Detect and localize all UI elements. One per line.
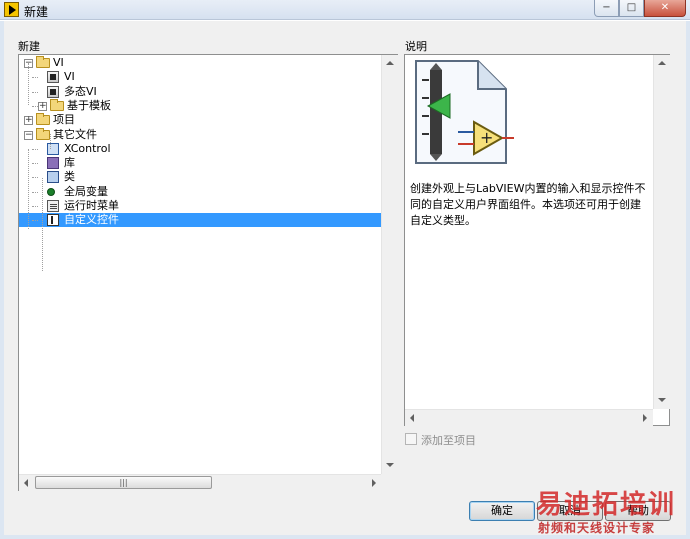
new-item-tree[interactable]: − VI VI 多态VI + 基于模板 + 项目 − 其它文件 XControl 库类全局变量 运行时菜… xyxy=(18,54,398,491)
vi-icon xyxy=(47,71,59,83)
tree-connector xyxy=(32,206,38,207)
tree-connector xyxy=(32,220,38,221)
window-title: 新建 xyxy=(24,5,49,19)
window-controls: − □ ✕ xyxy=(594,0,686,17)
close-button[interactable]: ✕ xyxy=(644,0,686,17)
scroll-left-arrow-icon[interactable] xyxy=(410,414,414,422)
watermark-logo: 易迪拓培训 射频和天线设计专家 xyxy=(536,484,686,536)
tree-item-label: 全局变量 xyxy=(64,185,108,198)
folder-icon xyxy=(50,99,64,111)
scroll-right-arrow-icon[interactable] xyxy=(372,479,376,487)
tree-item[interactable]: XControl xyxy=(19,142,359,156)
folder-icon xyxy=(36,113,50,125)
tree-item-label: 基于模板 xyxy=(67,99,111,112)
minimize-button[interactable]: − xyxy=(594,0,619,17)
labview-app-icon xyxy=(4,2,19,17)
maximize-button[interactable]: □ xyxy=(619,0,644,17)
tree-horizontal-scrollbar[interactable]: ||| xyxy=(19,474,381,491)
add-to-project-checkbox[interactable] xyxy=(405,433,417,445)
tree-connector xyxy=(28,63,29,105)
description-text: 创建外观上与LabVIEW内置的输入和显示控件不同的自定义用户界面组件。本选项还… xyxy=(410,182,646,227)
tree-item[interactable]: 自定义控件 xyxy=(19,213,383,227)
tree-item-label: 多态VI xyxy=(64,85,97,98)
expand-icon[interactable]: + xyxy=(24,116,33,125)
library-icon xyxy=(47,157,59,169)
tree-connector xyxy=(32,192,38,193)
tree-item-label: 其它文件 xyxy=(53,128,97,141)
add-to-project-label: 添加至项目 xyxy=(421,434,476,447)
description-horizontal-scrollbar[interactable] xyxy=(405,409,653,426)
tree-item[interactable]: 类 xyxy=(19,170,359,184)
scroll-left-arrow-icon[interactable] xyxy=(24,479,28,487)
tree-item-label: 类 xyxy=(64,170,75,183)
scrollbar-corner xyxy=(381,474,398,491)
tree-item[interactable]: 多态VI xyxy=(19,85,359,99)
custom-control-document-icon: + xyxy=(415,60,514,164)
custom-control-icon xyxy=(47,214,59,226)
tree-item[interactable]: − VI xyxy=(19,56,359,70)
tree-item[interactable]: + 项目 xyxy=(19,113,359,127)
tree-item[interactable]: VI xyxy=(19,70,359,84)
tree-item-label: XControl xyxy=(64,142,111,155)
tree-item[interactable]: 运行时菜单 xyxy=(19,199,359,213)
runtime-menu-icon xyxy=(47,200,59,212)
tree-vertical-scrollbar[interactable] xyxy=(381,55,398,474)
tree-connector xyxy=(32,77,38,78)
description-vertical-scrollbar[interactable] xyxy=(653,55,670,409)
svg-text:+: + xyxy=(480,128,493,147)
tree-item-label: 自定义控件 xyxy=(64,213,119,226)
tree-connector xyxy=(32,177,38,178)
scroll-down-arrow-icon[interactable] xyxy=(386,463,394,467)
expand-icon[interactable]: + xyxy=(38,102,47,111)
new-section-label: 新建 xyxy=(18,40,40,53)
tree-item-label: VI xyxy=(64,70,75,83)
watermark-title: 易迪拓培训 xyxy=(536,490,677,520)
tree-connector xyxy=(32,149,38,150)
tree-item-label: 项目 xyxy=(53,113,75,126)
collapse-icon[interactable]: − xyxy=(24,131,33,140)
description-section-label: 说明 xyxy=(405,40,427,53)
scroll-up-arrow-icon[interactable] xyxy=(386,61,394,65)
tree-item-label: 库 xyxy=(64,156,75,169)
polymorphic-vi-icon xyxy=(47,86,59,98)
tree-connector xyxy=(32,163,38,164)
description-panel: + 创建外观上与LabVIEW内置的输入和显示控件不同的自定义用户界面组件。本选… xyxy=(404,54,670,426)
ok-button[interactable]: 确定 xyxy=(469,501,535,521)
class-icon xyxy=(47,171,59,183)
tree-connector xyxy=(42,178,43,271)
tree-item[interactable]: + 基于模板 xyxy=(19,99,359,113)
scroll-down-arrow-icon[interactable] xyxy=(658,398,666,402)
tree-connector xyxy=(50,134,51,149)
horizontal-scroll-thumb[interactable]: ||| xyxy=(35,476,212,489)
scroll-right-arrow-icon[interactable] xyxy=(643,414,647,422)
xcontrol-icon xyxy=(47,143,59,155)
folder-icon xyxy=(36,56,50,68)
scroll-up-arrow-icon[interactable] xyxy=(658,61,666,65)
tree-item[interactable]: − 其它文件 xyxy=(19,128,359,142)
tree-item-label: VI xyxy=(53,56,64,69)
tree-item[interactable]: 全局变量 xyxy=(19,185,359,199)
tree-item[interactable]: 库 xyxy=(19,156,359,170)
tree-connector xyxy=(28,149,29,229)
tree-item-label: 运行时菜单 xyxy=(64,199,119,212)
tree-connector xyxy=(32,92,38,93)
folder-icon xyxy=(36,128,50,140)
watermark-subtitle: 射频和天线设计专家 xyxy=(538,521,656,535)
global-variable-icon xyxy=(47,188,55,196)
title-bar: 新建 − □ ✕ xyxy=(0,0,690,20)
